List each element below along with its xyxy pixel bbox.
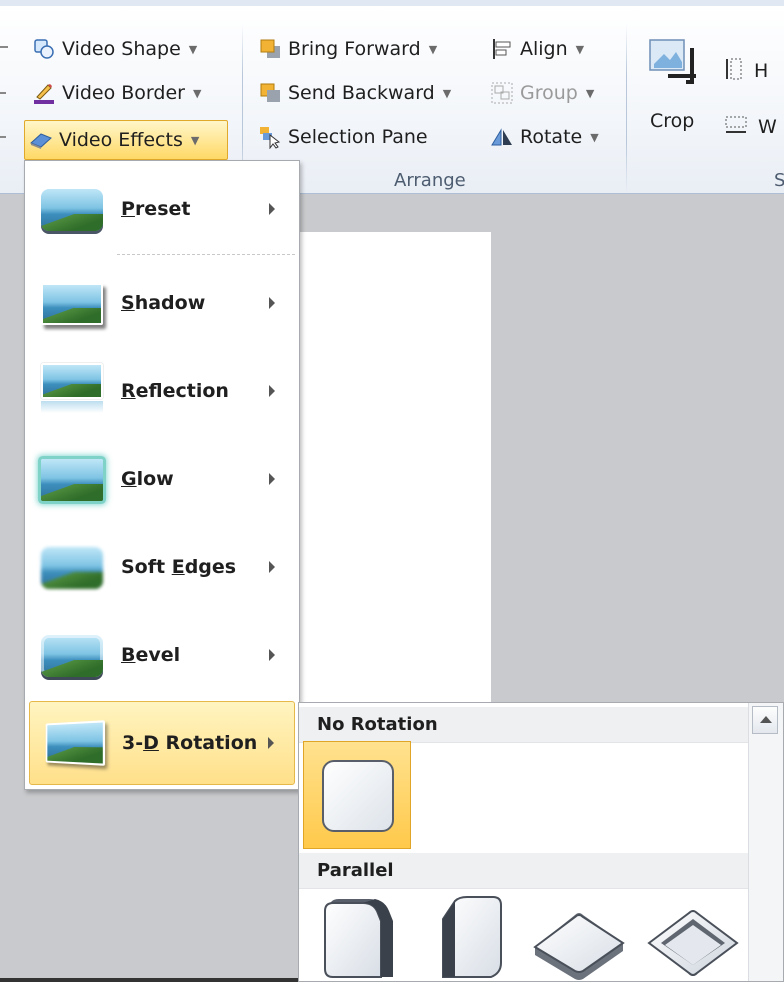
chevron-down-icon: ▼ [190,133,200,147]
menu-item-reflection[interactable]: Reflection [29,349,295,433]
video-shape-icon [32,37,56,61]
menu-item-label: Glow [121,468,174,490]
chevron-right-icon [269,649,275,661]
chevron-down-icon: ▼ [442,86,452,100]
reflection-icon [41,363,103,399]
chevron-down-icon: ▼ [192,86,202,100]
menu-item-3d-rotation[interactable]: 3-D Rotation [29,701,295,785]
height-label: H [754,60,769,82]
chevron-right-icon [269,473,275,485]
video-border-button[interactable]: Video Border ▼ [28,76,205,110]
menu-item-shadow[interactable]: Shadow [29,261,295,345]
video-shape-button[interactable]: Video Shape ▼ [28,32,201,66]
partial-group-edge [0,136,6,138]
rotate-button[interactable]: Rotate ▼ [486,120,603,154]
arrange-group-label: Arrange [394,170,466,191]
glow-icon [41,459,103,501]
video-border-label: Video Border [62,82,185,104]
menu-item-preset[interactable]: Preset [29,167,295,251]
video-effects-label: Video Effects [59,129,183,151]
chevron-right-icon [268,737,274,749]
isometric-top-up-option[interactable] [529,903,629,982]
align-label: Align [520,38,568,60]
menu-divider [117,254,295,255]
height-icon [724,57,744,86]
menu-item-label: Reflection [121,380,229,402]
video-shape-label: Video Shape [62,38,181,60]
gallery-section-header: No Rotation [299,707,749,743]
menu-item-label: Preset [121,198,191,220]
crop-icon [646,36,698,88]
chevron-right-icon [269,385,275,397]
3d-rotation-gallery: No Rotation Parallel [298,702,784,982]
chevron-down-icon: ▼ [585,86,595,100]
video-effects-menu: Preset Shadow Reflection Glow Soft Edges… [24,160,300,790]
menu-item-label: Soft Edges [121,556,237,578]
shadow-icon [41,283,103,325]
width-icon [724,115,748,140]
selection-pane-label: Selection Pane [288,126,428,148]
bring-forward-label: Bring Forward [288,38,421,60]
bring-forward-button[interactable]: Bring Forward ▼ [254,32,441,66]
align-button[interactable]: Align ▼ [486,32,588,66]
chevron-down-icon: ▼ [188,42,198,56]
isometric-bottom-down-option[interactable] [643,903,743,982]
chevron-right-icon [269,561,275,573]
chevron-right-icon [269,297,275,309]
window-bottom-edge [0,978,298,982]
scroll-up-button[interactable] [752,706,778,734]
size-group-label: S [774,170,784,191]
video-effects-button[interactable]: Video Effects ▼ [24,120,228,160]
group-button[interactable]: Group ▼ [486,76,598,110]
menu-item-glow[interactable]: Glow [29,437,295,521]
flat-square-icon [322,760,394,832]
chevron-down-icon: ▼ [590,130,599,144]
soft-edges-icon [41,547,103,589]
rotate-label: Rotate [520,126,583,148]
width-label: W [758,116,777,138]
height-field[interactable]: H [724,58,784,84]
gallery-scrollbar[interactable] [748,703,783,981]
group-icon [490,81,514,105]
chevron-right-icon [269,203,275,215]
group-separator [626,24,627,194]
pencil-icon [32,81,56,105]
send-backward-label: Send Backward [288,82,435,104]
crop-button[interactable]: Crop [642,32,708,152]
slide-canvas[interactable] [298,232,491,702]
menu-item-soft-edges[interactable]: Soft Edges [29,525,295,609]
partial-group-edge [0,92,6,94]
selection-pane-icon [258,125,282,150]
isometric-right-up-option[interactable] [429,893,509,982]
group-label: Group [520,82,578,104]
rotate-icon [490,125,514,149]
bring-forward-icon [258,37,282,61]
app-window: Video Shape ▼ Video Border ▼ Video Effec… [0,0,784,982]
preset-icon [41,189,103,231]
bevel-icon [41,635,103,677]
send-backward-icon [258,81,282,105]
send-backward-button[interactable]: Send Backward ▼ [254,76,455,110]
crop-label: Crop [650,110,695,132]
reflection-fade [41,401,103,413]
3d-rotation-icon [45,720,106,766]
no-rotation-option[interactable] [303,741,411,849]
chevron-down-icon: ▼ [428,42,438,56]
isometric-left-down-option[interactable] [319,893,399,982]
width-field[interactable]: W [724,114,784,140]
menu-item-label: Shadow [121,292,206,314]
align-icon [490,37,514,61]
chevron-down-icon: ▼ [575,42,585,56]
menu-item-label: 3-D Rotation [122,732,258,754]
menu-item-label: Bevel [121,644,181,666]
partial-group-edge [0,46,8,48]
video-effects-icon [29,128,53,152]
gallery-section-header: Parallel [299,853,749,889]
selection-pane-button[interactable]: Selection Pane [254,120,432,154]
menu-item-bevel[interactable]: Bevel [29,613,295,697]
